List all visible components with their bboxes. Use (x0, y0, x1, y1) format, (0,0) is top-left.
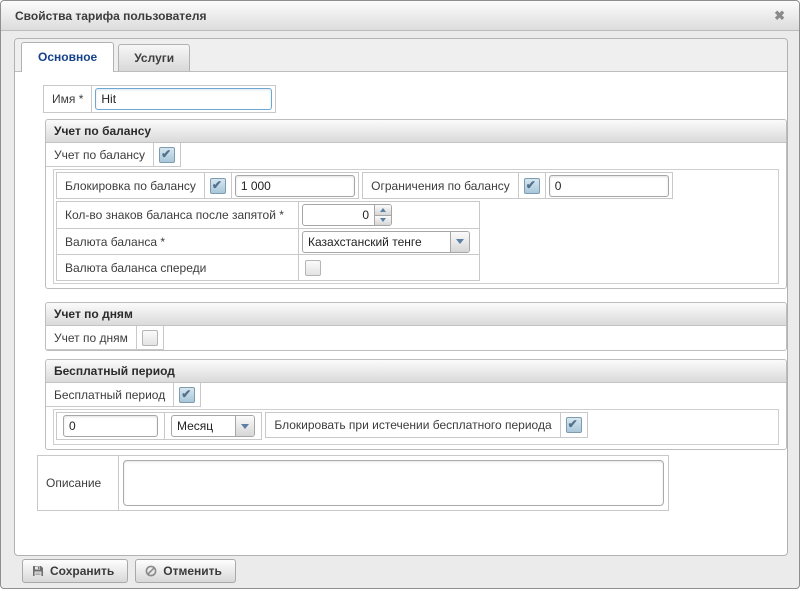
balance-limit-label: Ограничения по балансу (363, 173, 519, 198)
balance-block-input-cell (232, 173, 358, 198)
cancel-icon (145, 565, 157, 577)
name-label: Имя * (44, 86, 92, 112)
currency-front-checkbox[interactable]: ✔ (305, 260, 321, 276)
currency-value: Казахстанский тенге (303, 232, 450, 252)
cancel-button-label: Отменить (163, 564, 222, 578)
footer-toolbar: Сохранить Отменить (1, 554, 799, 588)
spinner-down-button[interactable] (375, 216, 391, 226)
unit-dropdown-button[interactable] (235, 416, 254, 436)
description-box: Описание (37, 455, 669, 511)
save-icon (32, 565, 44, 577)
check-icon: ✔ (568, 417, 578, 431)
balance-limit-checkbox[interactable]: ✔ (524, 178, 540, 194)
currency-front-ctrl-cell: ✔ (299, 255, 479, 280)
balance-fieldset: Учет по балансу Учет по балансу ✔ Блокир… (45, 119, 787, 289)
daily-toggle-row: Учет по дням ✔ (46, 326, 786, 350)
check-icon: ✔ (212, 178, 222, 192)
check-icon: ✔ (526, 178, 536, 192)
name-row: Имя * (43, 85, 276, 113)
tariff-properties-dialog: Свойства тарифа пользователя ✖ Основное … (0, 0, 800, 589)
decimals-value: 0 (303, 205, 374, 225)
free-period-duration-row: Месяц (56, 412, 262, 440)
currency-front-row: Валюта баланса спереди ✔ (57, 254, 479, 280)
close-icon[interactable]: ✖ (774, 9, 785, 22)
tab-services-label: Услуги (134, 51, 174, 65)
decimals-spinner[interactable]: 0 (302, 204, 392, 226)
daily-toggle-cell: ✔ (137, 326, 164, 350)
free-period-toggle-checkbox[interactable]: ✔ (179, 387, 195, 403)
free-period-fieldset: Бесплатный период Бесплатный период ✔ (45, 359, 787, 450)
tab-services[interactable]: Услуги (118, 44, 190, 71)
name-input-cell (92, 86, 275, 112)
free-period-unit-combobox[interactable]: Месяц (171, 415, 255, 437)
save-button[interactable]: Сохранить (22, 559, 128, 583)
decimals-spinner-buttons (374, 205, 391, 225)
balance-toggle-cell: ✔ (154, 143, 181, 167)
decimals-row: Кол-во знаков баланса после запятой * 0 (57, 202, 479, 228)
daily-toggle-label: Учет по дням (46, 326, 137, 350)
cancel-button[interactable]: Отменить (135, 559, 236, 583)
free-period-block-cell: ✔ (561, 413, 587, 437)
free-period-block-row: Блокировать при истечении бесплатного пе… (265, 412, 587, 438)
check-icon: ✔ (161, 147, 171, 161)
balance-inner-group: Блокировка по балансу ✔ Ограничения по б… (53, 169, 779, 284)
decimals-ctrl-cell: 0 (299, 202, 479, 228)
description-row: Описание (37, 455, 767, 511)
triangle-up-icon (380, 208, 386, 212)
balance-settings-table: Кол-во знаков баланса после запятой * 0 (56, 201, 480, 281)
balance-limit-input-cell (546, 173, 672, 198)
tab-main-label: Основное (38, 50, 97, 64)
decimals-label: Кол-во знаков баланса после запятой * (57, 202, 299, 228)
free-period-toggle-label: Бесплатный период (46, 383, 174, 407)
description-textarea[interactable] (123, 460, 664, 506)
free-period-unit-value: Месяц (172, 416, 235, 436)
balance-fieldset-header: Учет по балансу (46, 120, 786, 143)
free-period-block-label: Блокировать при истечении бесплатного пе… (266, 413, 560, 437)
currency-combobox[interactable]: Казахстанский тенге (302, 231, 470, 253)
currency-label: Валюта баланса * (57, 229, 299, 254)
tab-main[interactable]: Основное (21, 42, 114, 72)
free-period-fieldset-header: Бесплатный период (46, 360, 786, 383)
balance-limit-checkbox-cell: ✔ (519, 173, 546, 198)
description-label: Описание (38, 456, 119, 510)
currency-ctrl-cell: Казахстанский тенге (299, 229, 479, 254)
triangle-down-icon (380, 218, 386, 222)
balance-limit-input[interactable] (549, 175, 669, 197)
currency-front-label: Валюта баланса спереди (57, 255, 299, 280)
save-button-label: Сохранить (50, 564, 114, 578)
triangle-down-icon (456, 239, 464, 244)
balance-block-checkbox[interactable]: ✔ (210, 178, 226, 194)
free-period-toggle-cell: ✔ (174, 383, 201, 407)
dialog-title: Свойства тарифа пользователя (15, 9, 206, 23)
tabstrip: Основное Услуги (15, 39, 787, 72)
free-period-duration-input[interactable] (63, 415, 158, 437)
tab-main-content: Имя * Учет по балансу Учет по балансу ✔ (15, 72, 787, 511)
daily-fieldset-header: Учет по дням (46, 303, 786, 326)
free-period-inner-group: Месяц Блокировать при истечении бесплатн… (53, 409, 779, 445)
daily-fieldset: Учет по дням Учет по дням ✔ (45, 302, 787, 351)
balance-block-label: Блокировка по балансу (57, 173, 205, 198)
spinner-up-button[interactable] (375, 205, 391, 216)
dialog-titlebar: Свойства тарифа пользователя ✖ (1, 1, 799, 31)
free-period-unit-cell: Месяц (165, 413, 261, 439)
balance-block-checkbox-cell: ✔ (205, 173, 232, 198)
balance-block-row: Блокировка по балансу ✔ (56, 172, 359, 199)
currency-dropdown-button[interactable] (450, 232, 469, 252)
balance-limit-row: Ограничения по балансу ✔ (362, 172, 673, 199)
balance-toggle-row: Учет по балансу ✔ (46, 143, 786, 167)
tabbox: Основное Услуги Имя * Учет по балансу Уч… (14, 38, 788, 556)
check-icon: ✔ (181, 387, 191, 401)
currency-row: Валюта баланса * Казахстанский тенге (57, 228, 479, 254)
daily-toggle-checkbox[interactable]: ✔ (142, 330, 158, 346)
name-input[interactable] (95, 88, 272, 110)
triangle-down-icon (241, 424, 249, 429)
balance-block-input[interactable] (235, 175, 355, 197)
balance-toggle-checkbox[interactable]: ✔ (159, 147, 175, 163)
free-period-duration-cell (57, 413, 165, 439)
free-period-toggle-row: Бесплатный период ✔ (46, 383, 786, 407)
balance-toggle-label: Учет по балансу (46, 143, 154, 167)
free-period-block-checkbox[interactable]: ✔ (566, 417, 582, 433)
